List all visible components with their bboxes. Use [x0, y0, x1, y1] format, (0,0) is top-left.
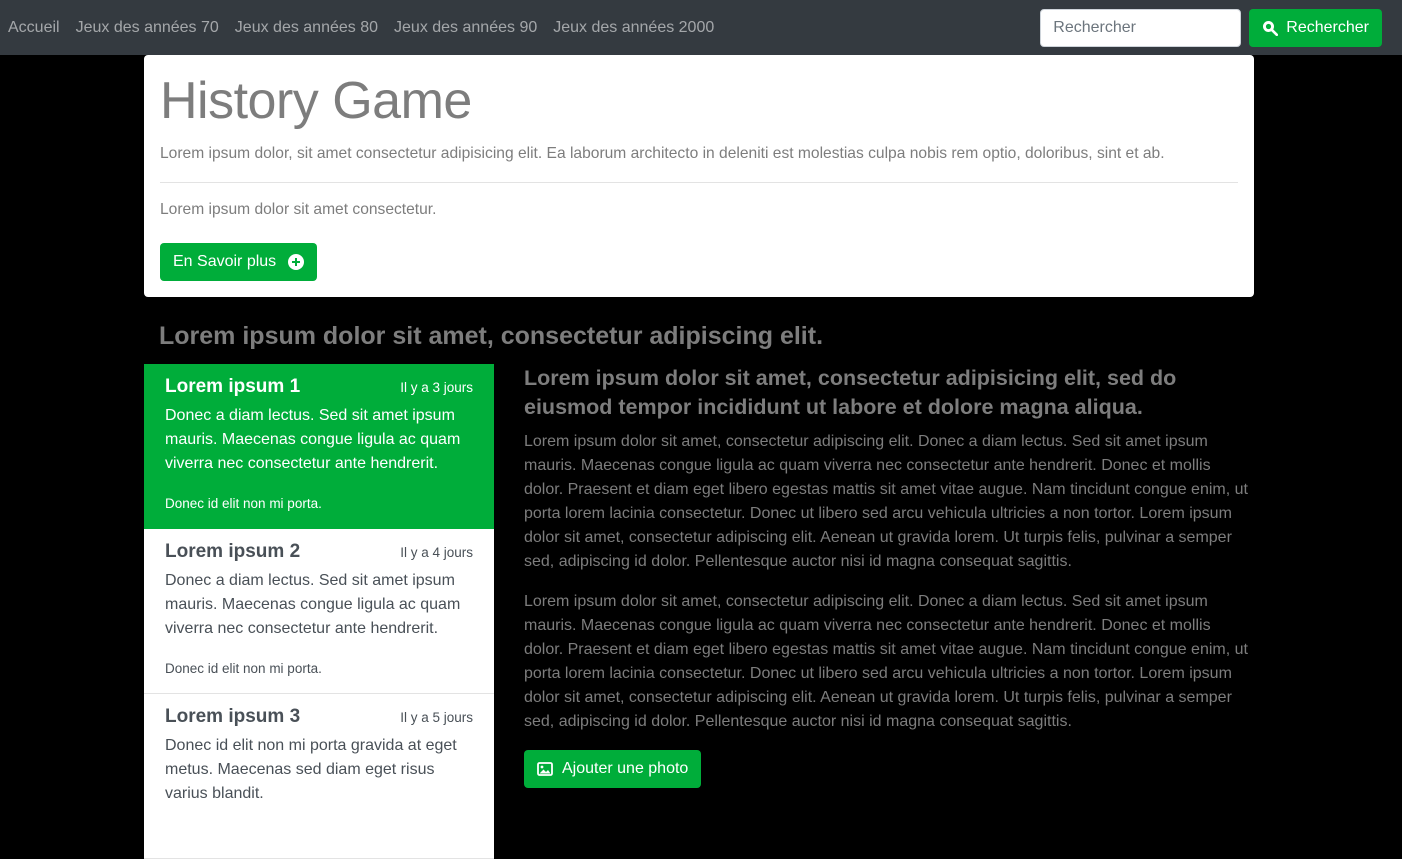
nav-link-annees-2000[interactable]: Jeux des années 2000 — [553, 19, 714, 37]
article-content: Lorem ipsum dolor sit amet, consectetur … — [524, 364, 1250, 788]
article-list: Lorem ipsum 1 Il y a 3 jours Donec a dia… — [144, 364, 494, 859]
plus-circle-icon — [288, 254, 305, 270]
list-item-title: Lorem ipsum 3 — [165, 706, 301, 727]
top-navbar: Accueil Jeux des années 70 Jeux des anné… — [0, 0, 1402, 55]
jumbotron-lead: Lorem ipsum dolor, sit amet consectetur … — [160, 145, 1165, 163]
add-photo-button[interactable]: Ajouter une photo — [524, 750, 702, 788]
nav-link-annees-70[interactable]: Jeux des années 70 — [76, 19, 219, 37]
list-item-body: Donec id elit non mi porta gravida at eg… — [165, 737, 457, 802]
nav-link-accueil[interactable]: Accueil — [8, 19, 60, 37]
learn-more-button[interactable]: En Savoir plus — [160, 243, 318, 281]
nav-link-annees-90[interactable]: Jeux des années 90 — [394, 19, 537, 37]
list-item-time: Il y a 3 jours — [400, 380, 473, 395]
jumbotron: History Game Lorem ipsum dolor, sit amet… — [144, 55, 1254, 297]
article-paragraph: Lorem ipsum dolor sit amet, consectetur … — [524, 593, 1248, 730]
section-heading: Lorem ipsum dolor sit amet, consectetur … — [159, 322, 824, 350]
list-item-body: Donec a diam lectus. Sed sit amet ipsum … — [165, 407, 461, 472]
list-item-time: Il y a 4 jours — [400, 545, 473, 560]
list-item-title: Lorem ipsum 2 — [165, 541, 301, 562]
add-photo-label: Ajouter une photo — [562, 760, 689, 777]
list-item-body: Donec a diam lectus. Sed sit amet ipsum … — [165, 572, 461, 637]
list-item-footer: Donec id elit non mi porta. — [165, 661, 322, 676]
search-button[interactable]: Rechercher — [1249, 8, 1382, 47]
jumbotron-text: Lorem ipsum dolor sit amet consectetur. — [160, 200, 437, 218]
article-paragraph: Lorem ipsum dolor sit amet, consectetur … — [524, 433, 1248, 570]
nav-links: Accueil Jeux des années 70 Jeux des anné… — [8, 19, 730, 37]
list-item-footer: Donec id elit non mi porta. — [165, 496, 322, 511]
list-item[interactable]: Lorem ipsum 2 Il y a 4 jours Donec a dia… — [144, 529, 494, 694]
list-item[interactable]: Lorem ipsum 1 Il y a 3 jours Donec a dia… — [144, 364, 494, 529]
search-button-label: Rechercher — [1286, 18, 1369, 36]
jumbotron-divider — [160, 181, 1238, 183]
nav-link-annees-80[interactable]: Jeux des années 80 — [235, 19, 378, 37]
list-item-time: Il y a 5 jours — [400, 710, 473, 725]
image-icon — [537, 762, 553, 776]
search-input[interactable] — [1040, 8, 1242, 47]
page-title: History Game — [160, 72, 472, 130]
search-icon — [1262, 20, 1279, 36]
search-form: Rechercher — [1040, 8, 1382, 47]
list-item-title: Lorem ipsum 1 — [165, 376, 301, 397]
list-item[interactable]: Lorem ipsum 3 Il y a 5 jours Donec id el… — [144, 694, 494, 859]
learn-more-label: En Savoir plus — [173, 253, 277, 270]
article-title: Lorem ipsum dolor sit amet, consectetur … — [524, 366, 1177, 419]
